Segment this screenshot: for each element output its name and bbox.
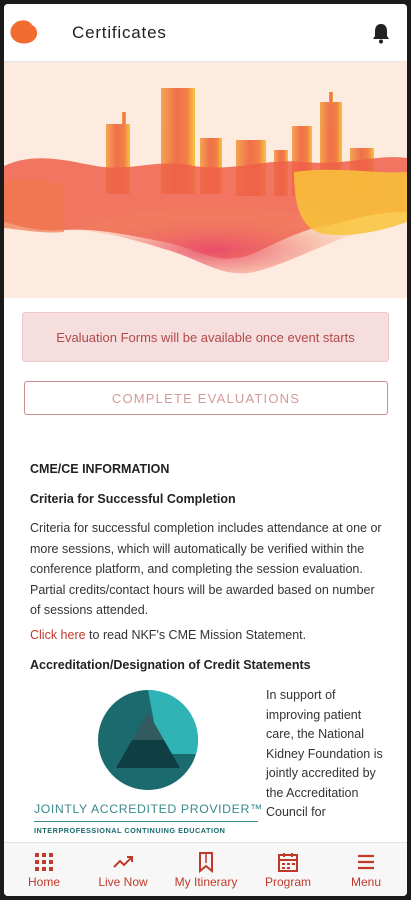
evaluation-notice-banner: Evaluation Forms will be available once … <box>22 312 389 362</box>
bookmark-icon <box>199 852 213 873</box>
logo-title: JOINTLY ACCREDITED PROVIDER™ <box>34 802 263 816</box>
criteria-text: Criteria for successful completion inclu… <box>30 521 382 617</box>
calendar-icon <box>278 853 298 872</box>
nav-label-home: Home <box>27 875 60 889</box>
nav-item-live-now[interactable]: Live Now <box>88 843 158 896</box>
click-here-link[interactable]: Click here <box>30 628 86 642</box>
logo-subtitle: INTERPROFESSIONAL CONTINUING EDUCATION <box>34 826 226 835</box>
hamburger-icon <box>358 854 374 870</box>
nav-item-program[interactable]: Program <box>256 843 320 896</box>
nav-item-menu[interactable]: Menu <box>338 843 394 896</box>
logo-divider <box>34 821 258 822</box>
nav-label-menu: Menu <box>350 875 382 889</box>
nav-label-program: Program <box>264 875 311 889</box>
nav-label-live-now: Live Now <box>98 875 148 889</box>
cme-heading: CME/CE INFORMATION <box>30 462 170 476</box>
hero-skyline-image <box>4 62 407 298</box>
brand-blob-icon[interactable] <box>10 20 38 44</box>
joint-accreditation-logo <box>98 690 198 790</box>
accreditation-heading: Accreditation/Designation of Credit Stat… <box>30 658 311 672</box>
link-suffix-text: to read NKF's CME Mission Statement. <box>85 628 307 642</box>
accreditation-text: In support of improving patient care, th… <box>266 688 383 819</box>
app-frame: Certificates Evaluation Forms will be av… <box>4 4 407 896</box>
bell-icon[interactable] <box>371 22 391 44</box>
nav-item-my-itinerary[interactable]: My Itinerary <box>168 843 244 896</box>
nav-item-home[interactable]: Home <box>14 843 74 896</box>
criteria-heading: Criteria for Successful Completion <box>30 492 236 506</box>
app-header: Certificates <box>4 4 407 62</box>
nav-label-my-itinerary: My Itinerary <box>174 875 238 889</box>
bottom-nav: Home Live Now My Itinerary Program Menu <box>4 842 407 896</box>
grid-icon <box>35 853 53 871</box>
complete-evaluations-button[interactable]: COMPLETE EVALUATIONS <box>24 381 388 415</box>
mission-statement-line: Click here to read NKF's CME Mission Sta… <box>30 628 306 642</box>
page-title: Certificates <box>72 23 167 42</box>
trending-icon <box>113 856 133 868</box>
